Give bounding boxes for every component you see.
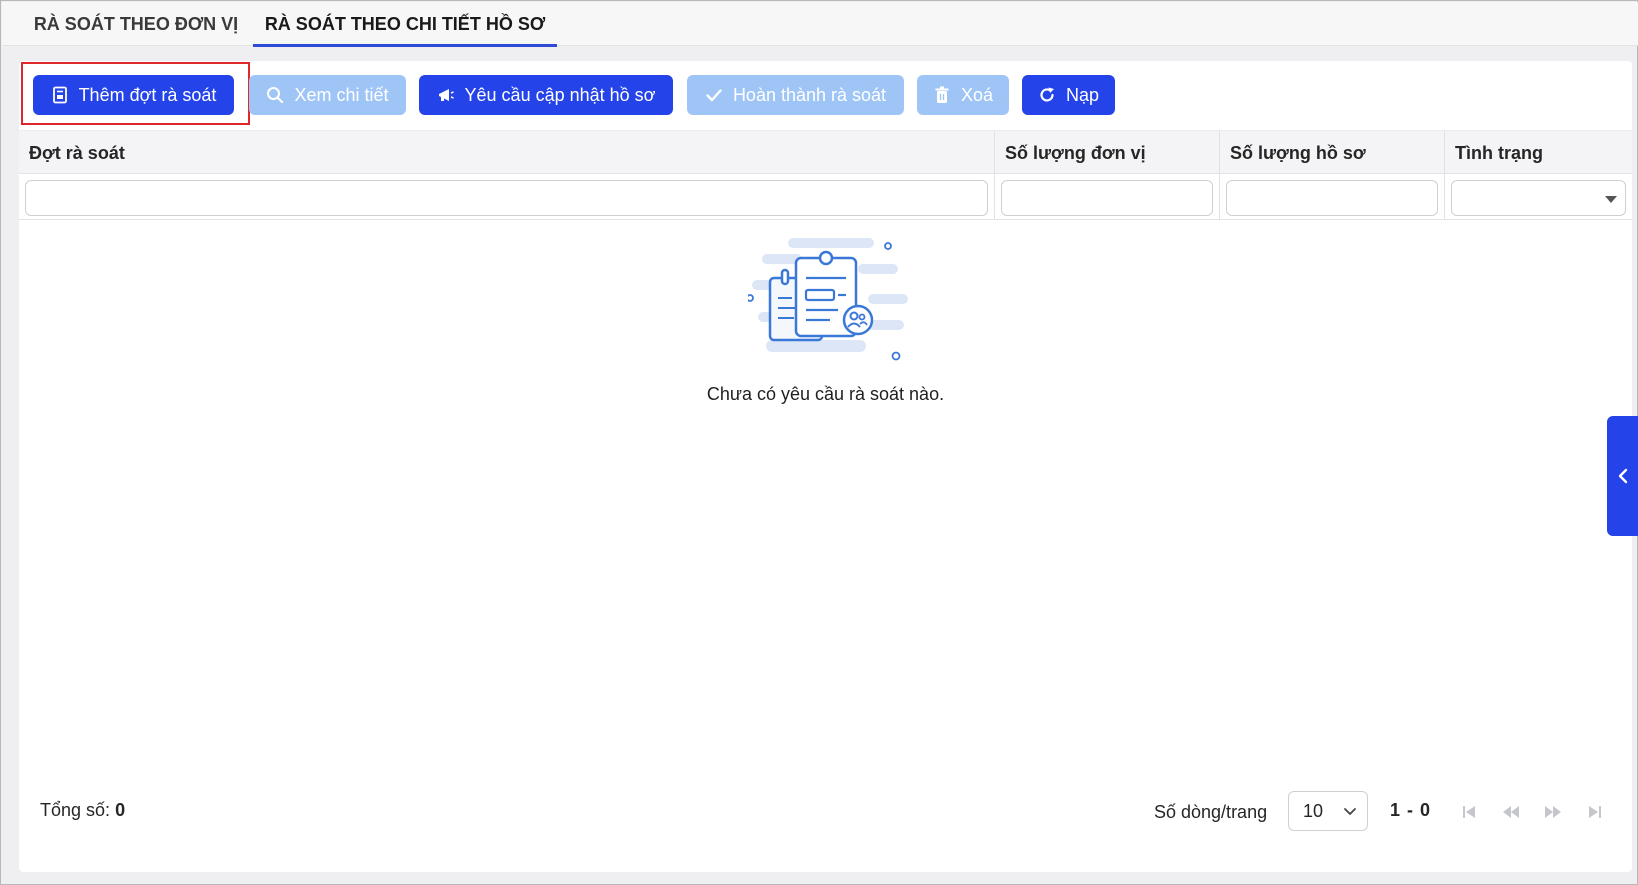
chevron-down-icon: [1344, 808, 1356, 815]
total-count: Tổng số: 0: [40, 800, 125, 821]
side-panel-toggle[interactable]: [1607, 416, 1638, 536]
document-icon: [51, 86, 69, 104]
rows-per-page-value: 10: [1303, 801, 1324, 821]
total-value: 0: [115, 800, 126, 820]
caret-down-icon: [1605, 196, 1617, 203]
table-header: Đợt rà soát Số lượng đơn vị Số lượng hồ …: [19, 130, 1632, 175]
filter-cell-review-period: [19, 174, 995, 220]
chevron-left-icon: [1618, 468, 1628, 484]
tab-review-by-unit[interactable]: RÀ SOÁT THEO ĐƠN VỊ: [26, 2, 246, 46]
main-panel: Thêm đợt rà soát Xem chi tiết Yêu cầu cậ…: [19, 61, 1632, 872]
megaphone-icon: [437, 86, 455, 104]
filter-cell-status: [1445, 174, 1632, 220]
empty-documents-illustration: [746, 236, 912, 371]
filter-cell-unit-count: [995, 174, 1220, 220]
view-detail-label: Xem chi tiết: [294, 84, 389, 105]
filter-input-unit-count[interactable]: [1001, 180, 1213, 216]
app-frame: RÀ SOÁT THEO ĐƠN VỊ RÀ SOÁT THEO CHI TIẾ…: [0, 0, 1638, 885]
delete-button[interactable]: Xoá: [917, 75, 1009, 115]
request-update-label: Yêu cầu cập nhật hồ sơ: [464, 84, 656, 105]
column-header-status[interactable]: Tình trạng: [1445, 131, 1632, 175]
delete-label: Xoá: [960, 84, 994, 105]
column-header-unit-count[interactable]: Số lượng đơn vị: [995, 131, 1220, 175]
filter-row: [19, 174, 1632, 220]
column-header-review-period[interactable]: Đợt rà soát: [19, 131, 995, 175]
total-label: Tổng số:: [40, 800, 111, 820]
filter-input-review-period[interactable]: [25, 180, 988, 216]
last-page-icon[interactable]: [1585, 802, 1605, 822]
reload-button[interactable]: Nạp: [1022, 75, 1115, 115]
reload-label: Nạp: [1065, 84, 1100, 105]
trash-icon: [933, 86, 951, 104]
filter-input-record-count[interactable]: [1226, 180, 1438, 216]
view-detail-button[interactable]: Xem chi tiết: [249, 75, 406, 115]
tab-review-by-record-detail[interactable]: RÀ SOÁT THEO CHI TIẾT HỒ SƠ: [253, 2, 557, 47]
rows-per-page-label: Số dòng/trang: [1154, 802, 1268, 822]
column-header-record-count[interactable]: Số lượng hồ sơ: [1220, 131, 1445, 175]
previous-page-icon[interactable]: [1501, 802, 1521, 822]
table-footer: Tổng số: 0 Số dòng/trang 10 1 - 0: [19, 786, 1632, 846]
request-update-button[interactable]: Yêu cầu cập nhật hồ sơ: [419, 75, 673, 115]
filter-select-status[interactable]: [1451, 180, 1626, 216]
refresh-icon: [1038, 86, 1056, 104]
rows-per-page-select[interactable]: 10: [1288, 791, 1368, 831]
filter-cell-record-count: [1220, 174, 1445, 220]
complete-review-button[interactable]: Hoàn thành rà soát: [687, 75, 904, 115]
search-icon: [266, 86, 284, 104]
check-icon: [705, 86, 723, 104]
add-review-button[interactable]: Thêm đợt rà soát: [33, 75, 234, 115]
add-review-label: Thêm đợt rà soát: [78, 84, 217, 105]
next-page-icon[interactable]: [1543, 802, 1563, 822]
page-range: 1 - 0: [1390, 800, 1432, 820]
complete-review-label: Hoàn thành rà soát: [732, 84, 887, 105]
tab-bar: RÀ SOÁT THEO ĐƠN VỊ RÀ SOÁT THEO CHI TIẾ…: [2, 2, 1638, 47]
first-page-icon[interactable]: [1459, 802, 1479, 822]
empty-state-message: Chưa có yêu cầu rà soát nào.: [706, 384, 945, 404]
